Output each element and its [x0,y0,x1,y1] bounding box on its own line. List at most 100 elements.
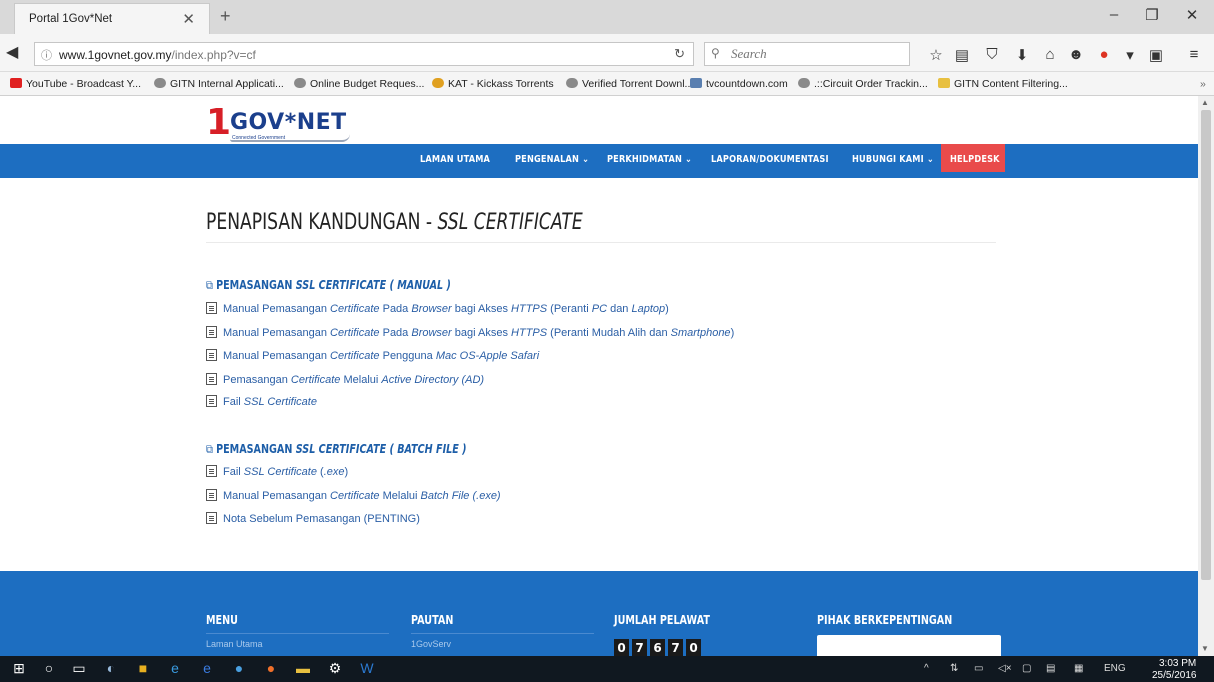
page-scrollbar[interactable]: ▲ ▼ [1198,96,1214,656]
bookmark-label: GITN Internal Applicati... [170,78,284,90]
scroll-thumb[interactable] [1201,110,1211,580]
bookmark-item[interactable]: GITN Content Filtering... [938,78,1068,90]
doc-link[interactable]: Manual Pemasangan Certificate Pada Brows… [206,326,734,339]
logo-subtitle: Connected Government [232,135,286,141]
partner-logo-box[interactable] [817,635,1001,656]
nav-laman-utama[interactable]: LAMAN UTAMA [420,154,490,165]
back-arrow-icon[interactable]: ◀ [6,42,28,64]
footer-pautan-link[interactable]: 1GovServ [411,639,451,649]
doc-link-text: dan [607,303,632,315]
edge-icon[interactable]: e [196,660,218,678]
site-logo[interactable]: 1 GOV*NET Connected Government [206,102,366,144]
volume-muted-icon[interactable]: ◁× [998,663,1012,674]
doc-link[interactable]: Manual Pemasangan Certificate Melalui Ba… [206,489,501,502]
tv-icon [690,78,702,88]
tray-up-chevron-icon[interactable]: ^ [924,663,929,674]
page-title: PENAPISAN KANDUNGAN - SSL CERTIFICATE [206,210,583,235]
youtube-icon[interactable]: ▣ [1146,46,1166,64]
more-bookmarks-icon[interactable]: » [1200,78,1206,90]
pinned-app-icon[interactable]: ◐ [100,660,122,678]
browser-tab[interactable]: Portal 1Gov*Net ✕ [14,3,210,34]
bookmark-item[interactable]: KAT - Kickass Torrents [432,78,554,90]
footer-menu-link[interactable]: Laman Utama [206,639,263,649]
doc-link-text: ) [730,327,735,339]
clock-time[interactable]: 3:03 PM [1159,658,1196,669]
nav-hubungi-kami[interactable]: HUBUNGI KAMI ⌄ [852,154,934,165]
scroll-up-icon[interactable]: ▲ [1201,98,1209,107]
reload-icon[interactable]: ↻ [674,46,685,62]
new-tab-icon[interactable]: + [220,6,231,27]
doc-link[interactable]: Nota Sebelum Pemasangan (PENTING) [206,512,420,525]
window-close-icon[interactable]: ✕ [1180,6,1204,24]
keyboard-icon[interactable]: ▦ [1074,663,1083,674]
bookmark-star-icon[interactable]: ☆ [926,46,946,64]
helpdesk-button[interactable]: HELPDESK [941,144,1005,172]
doc-link[interactable]: Manual Pemasangan Certificate Pengguna M… [206,349,539,362]
firefox-icon[interactable]: ● [260,660,282,678]
bookmark-item[interactable]: Online Budget Reques... [294,78,424,90]
section-heading-pre: PEMASANGAN [216,278,296,292]
doc-link-text: bagi Akses [451,327,512,339]
bookmark-label: Verified Torrent Downl... [582,78,694,90]
section-heading-emphasis: SSL CERTIFICATE ( BATCH FILE ) [295,442,467,456]
document-icon [206,302,217,314]
file-explorer-icon[interactable]: ▬ [292,660,314,678]
info-icon[interactable]: ⓘ [41,47,52,63]
search-icon[interactable]: ○ [38,660,60,678]
reading-list-icon[interactable]: ▤ [952,46,972,64]
photos-app-icon[interactable]: ■ [132,660,154,678]
word-icon[interactable]: W [356,660,378,678]
nav-laporan-dokumentasi[interactable]: LAPORAN/DOKUMENTASI [711,154,829,165]
display-icon[interactable]: ▢ [1022,663,1031,674]
dropdown-arrow-icon[interactable]: ▾ [1120,46,1140,64]
doc-link-text: Certificate [290,374,341,386]
doc-link[interactable]: Pemasangan Certificate Melalui Active Di… [206,373,484,386]
home-icon[interactable]: ⌂ [1040,46,1060,63]
nav-pengenalan[interactable]: PENGENALAN ⌄ [515,154,589,165]
clock-date[interactable]: 25/5/2016 [1152,670,1197,681]
doc-link-text: Certificate [330,303,380,315]
kat-icon [432,78,444,88]
bookmark-item[interactable]: Verified Torrent Downl... [566,78,693,90]
bookmarks-bar: YouTube - Broadcast Y... GITN Internal A… [0,72,1214,96]
bookmark-item[interactable]: YouTube - Broadcast Y... [10,78,141,90]
downloads-icon[interactable]: ⬇ [1012,46,1032,64]
network-tray-icon[interactable]: ⇅ [950,663,958,674]
minimize-icon[interactable]: – [1102,6,1126,23]
chat-icon[interactable]: ☻ [1066,46,1086,63]
doc-link[interactable]: Fail SSL Certificate (.exe) [206,465,348,478]
doc-link[interactable]: Manual Pemasangan Certificate Pada Brows… [206,302,669,315]
section-heading-pre: PEMASANGAN [216,442,296,456]
visitor-counter-digit: 7 [668,639,683,656]
windows-start-icon[interactable]: ⊞ [8,660,30,678]
notification-icon[interactable]: ▤ [1046,663,1055,674]
bookmark-item[interactable]: GITN Internal Applicati... [154,78,284,90]
language-indicator[interactable]: ENG [1104,663,1126,674]
doc-link-text: Fail [223,396,244,408]
search-input[interactable] [729,45,899,63]
settings-gear-icon[interactable]: ⚙ [324,660,346,678]
maximize-icon[interactable]: ❐ [1140,6,1164,24]
doc-link-text: Melalui [340,374,382,386]
doc-link[interactable]: Fail SSL Certificate [206,395,317,408]
scroll-down-icon[interactable]: ▼ [1201,644,1209,653]
chrome-icon[interactable]: ● [228,660,250,678]
adblock-icon[interactable]: ● [1094,46,1114,63]
close-tab-icon[interactable]: ✕ [182,10,195,28]
internet-explorer-icon[interactable]: e [164,660,186,678]
menu-icon[interactable]: ≡ [1184,46,1204,63]
doc-link-text: Browser [411,303,452,315]
nav-perkhidmatan[interactable]: PERKHIDMATAN ⌄ [607,154,692,165]
search-box[interactable]: ⚲ [704,42,910,66]
pocket-icon[interactable]: ⛉ [982,46,1002,63]
url-bar[interactable]: ⓘ www.1govnet.gov.my/index.php?v=cf ↻ [34,42,694,66]
footer-partner-heading: PIHAK BERKEPENTINGAN [817,613,953,627]
battery-icon[interactable]: ▭ [974,663,983,674]
task-view-icon[interactable]: ▭ [68,660,90,678]
footer-pelawat-heading: JUMLAH PELAWAT [614,613,710,627]
bookmark-item[interactable]: tvcountdown.com [690,78,788,90]
doc-link-text: Mac OS-Apple Safari [435,350,540,362]
bookmark-item[interactable]: .::Circuit Order Trackin... [798,78,928,90]
globe-icon [294,78,306,88]
doc-link-text: .exe [323,466,345,478]
